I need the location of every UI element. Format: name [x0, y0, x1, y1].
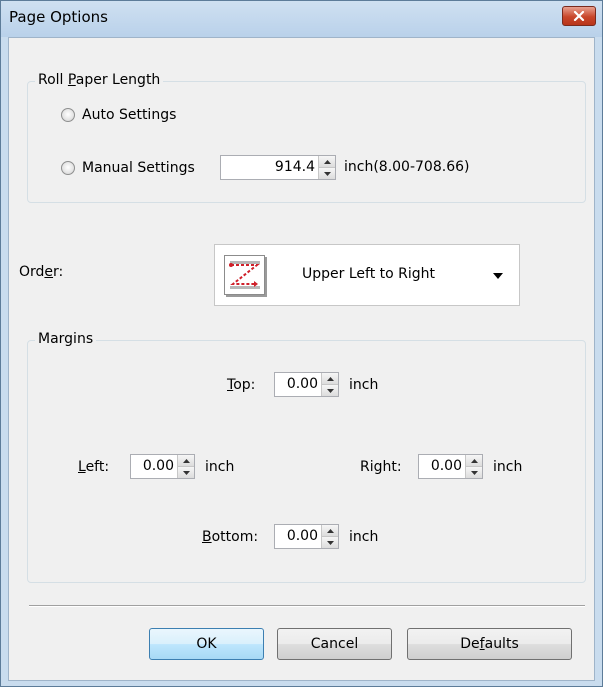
auto-settings-label: Auto Settings: [82, 107, 177, 123]
roll-length-input[interactable]: 914.4: [221, 156, 318, 179]
roll-paper-length-label: Roll Paper Length: [35, 72, 164, 88]
spin-down-icon: [182, 470, 190, 475]
close-icon: [573, 11, 585, 21]
spin-up-icon: [323, 159, 331, 164]
roll-paper-length-group: Roll Paper Length Auto Settings Manual S…: [27, 72, 586, 203]
spin-up-button[interactable]: [322, 373, 338, 384]
margins-group: Margins Top: 0.00 inch Left: 0.00 inch R…: [27, 331, 586, 583]
manual-settings-label: Manual Settings: [82, 160, 195, 176]
spin-down-icon: [323, 171, 331, 176]
spin-down-button[interactable]: [322, 536, 338, 548]
spin-up-button[interactable]: [322, 525, 338, 536]
spin-down-button[interactable]: [319, 167, 335, 179]
spin-up-icon: [470, 458, 478, 463]
left-margin-label: Left:: [78, 459, 110, 475]
left-margin-spinner[interactable]: [177, 455, 194, 478]
dialog-window: Page Options Roll Paper Length Auto Sett…: [0, 0, 603, 687]
spin-down-button[interactable]: [466, 466, 482, 478]
spin-down-icon: [326, 388, 334, 393]
bottom-margin-label: Bottom:: [202, 529, 259, 545]
spin-down-button[interactable]: [322, 384, 338, 396]
spin-up-button[interactable]: [319, 156, 335, 167]
top-margin-label: Top:: [227, 377, 256, 393]
right-margin-input[interactable]: 0.00: [419, 455, 465, 478]
bottom-margin-stepper[interactable]: 0.00: [274, 524, 339, 549]
manual-settings-radio[interactable]: Manual Settings: [61, 160, 195, 176]
left-margin-input[interactable]: 0.00: [131, 455, 177, 478]
top-margin-spinner[interactable]: [321, 373, 338, 396]
spin-up-icon: [326, 376, 334, 381]
defaults-button[interactable]: De f aults: [407, 628, 572, 660]
top-margin-input[interactable]: 0.00: [275, 373, 321, 396]
spin-up-icon: [326, 528, 334, 533]
right-margin-spinner[interactable]: [465, 455, 482, 478]
order-label: Order:: [19, 264, 64, 280]
right-margin-label: Right:: [360, 459, 402, 475]
right-margin-unit: inch: [493, 459, 523, 475]
z-order-icon: [224, 255, 265, 295]
spin-up-button[interactable]: [466, 455, 482, 466]
auto-settings-radio[interactable]: Auto Settings: [61, 107, 176, 123]
top-margin-unit: inch: [349, 377, 379, 393]
button-separator: [29, 605, 585, 607]
left-margin-unit: inch: [205, 459, 235, 475]
roll-length-unit-range: inch(8.00-708.66): [344, 159, 470, 175]
chevron-down-icon[interactable]: [493, 273, 503, 279]
ok-button[interactable]: OK: [149, 628, 264, 660]
bottom-margin-unit: inch: [349, 529, 379, 545]
right-margin-stepper[interactable]: 0.00: [418, 454, 483, 479]
margins-label: Margins: [35, 331, 97, 347]
window-title: Page Options: [9, 8, 108, 26]
spin-down-button[interactable]: [178, 466, 194, 478]
title-bar[interactable]: Page Options: [1, 1, 602, 37]
left-margin-stepper[interactable]: 0.00: [130, 454, 195, 479]
roll-length-spinner[interactable]: [318, 156, 335, 179]
order-dropdown[interactable]: Upper Left to Right: [214, 244, 520, 306]
spin-down-icon: [470, 470, 478, 475]
spin-up-button[interactable]: [178, 455, 194, 466]
cancel-button[interactable]: Cancel: [277, 628, 392, 660]
radio-button[interactable]: [61, 108, 75, 122]
bottom-margin-spinner[interactable]: [321, 525, 338, 548]
order-selected-value: Upper Left to Right: [302, 266, 435, 282]
spin-down-icon: [326, 540, 334, 545]
top-margin-stepper[interactable]: 0.00: [274, 372, 339, 397]
spin-up-icon: [182, 458, 190, 463]
dialog-client-area: Roll Paper Length Auto Settings Manual S…: [8, 37, 595, 681]
close-button[interactable]: [562, 6, 596, 26]
radio-button[interactable]: [61, 161, 75, 175]
roll-length-stepper[interactable]: 914.4: [220, 155, 336, 180]
bottom-margin-input[interactable]: 0.00: [275, 525, 321, 548]
